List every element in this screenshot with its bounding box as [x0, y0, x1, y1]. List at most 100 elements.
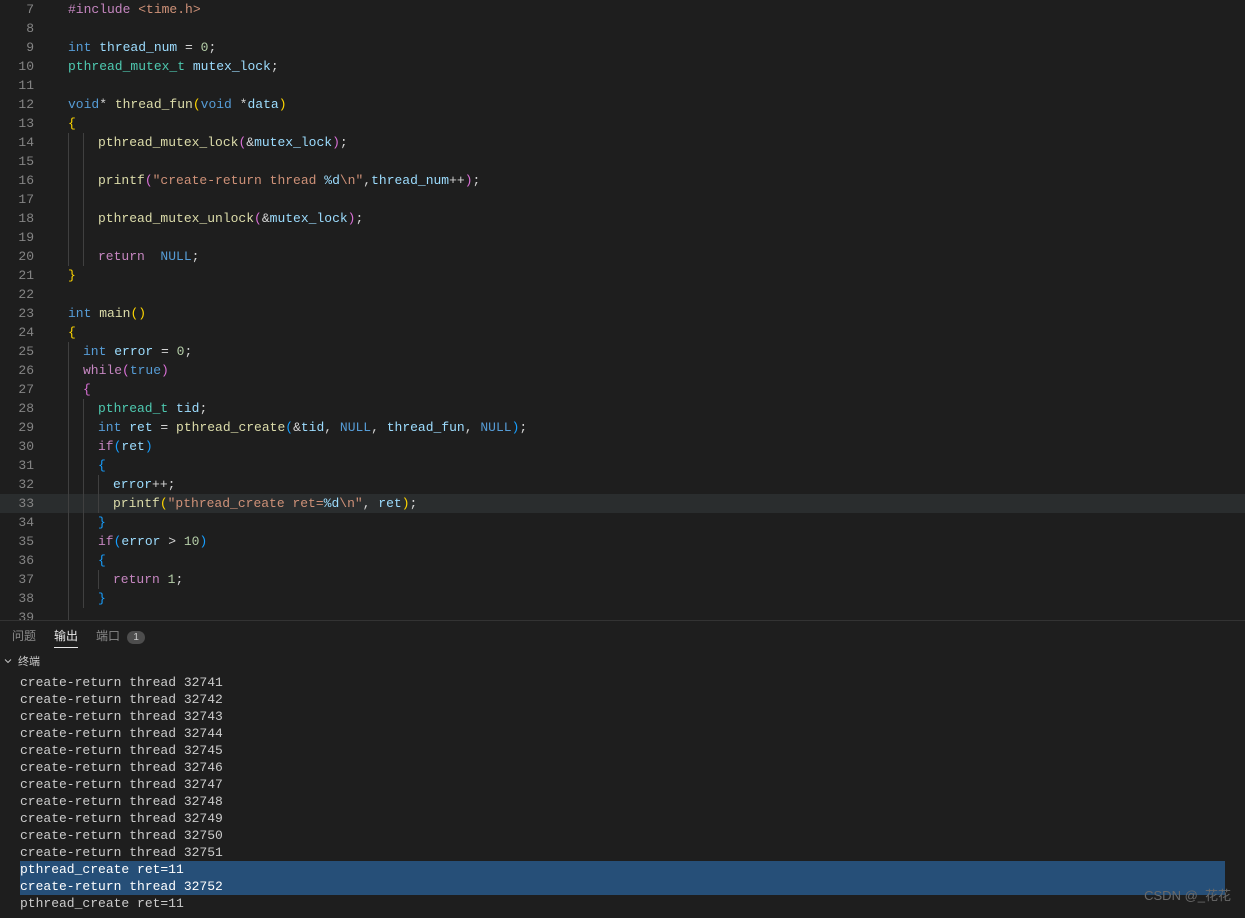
terminal-section-header[interactable]: 终端 [0, 650, 1245, 672]
tab-output[interactable]: 输出 [54, 624, 78, 648]
line-number: 39 [0, 608, 50, 620]
code-line[interactable]: 33printf("pthread_create ret=%d\n", ret)… [0, 494, 1245, 513]
line-number: 38 [0, 589, 50, 608]
code-content: { [50, 114, 1245, 133]
code-content: while(true) [50, 361, 1245, 380]
code-content: printf("create-return thread %d\n",threa… [50, 171, 1245, 190]
code-line[interactable]: 17 [0, 190, 1245, 209]
chevron-down-icon [2, 655, 14, 667]
code-line[interactable]: 12void* thread_fun(void *data) [0, 95, 1245, 114]
line-number: 37 [0, 570, 50, 589]
terminal-line[interactable]: pthread_create ret=11 [20, 861, 1225, 878]
code-line[interactable]: 7#include <time.h> [0, 0, 1245, 19]
code-content: void* thread_fun(void *data) [50, 95, 1245, 114]
line-number: 18 [0, 209, 50, 228]
code-content: if(ret) [50, 437, 1245, 456]
terminal-line[interactable]: create-return thread 32750 [20, 827, 1225, 844]
tab-ports[interactable]: 端口 1 [96, 624, 145, 647]
line-number: 20 [0, 247, 50, 266]
code-line[interactable]: 11 [0, 76, 1245, 95]
line-number: 21 [0, 266, 50, 285]
code-content: } [50, 266, 1245, 285]
code-line[interactable]: 29int ret = pthread_create(&tid, NULL, t… [0, 418, 1245, 437]
terminal-line[interactable]: create-return thread 32748 [20, 793, 1225, 810]
terminal-line[interactable]: create-return thread 32742 [20, 691, 1225, 708]
code-content: return 1; [50, 570, 1245, 589]
code-line[interactable]: 34} [0, 513, 1245, 532]
line-number: 17 [0, 190, 50, 209]
line-number: 32 [0, 475, 50, 494]
code-line[interactable]: 18pthread_mutex_unlock(&mutex_lock); [0, 209, 1245, 228]
line-number: 10 [0, 57, 50, 76]
line-number: 8 [0, 19, 50, 38]
terminal-output[interactable]: create-return thread 32741create-return … [0, 672, 1245, 918]
line-number: 30 [0, 437, 50, 456]
code-editor[interactable]: 7#include <time.h>89int thread_num = 0;1… [0, 0, 1245, 620]
code-line[interactable]: 30if(ret) [0, 437, 1245, 456]
code-line[interactable]: 16printf("create-return thread %d\n",thr… [0, 171, 1245, 190]
line-number: 33 [0, 494, 50, 513]
line-number: 15 [0, 152, 50, 171]
tab-ports-label: 端口 [96, 629, 120, 643]
code-content: pthread_t tid; [50, 399, 1245, 418]
terminal-line[interactable]: create-return thread 32744 [20, 725, 1225, 742]
code-line[interactable]: 8 [0, 19, 1245, 38]
code-content [50, 608, 1245, 620]
line-number: 29 [0, 418, 50, 437]
terminal-line[interactable]: create-return thread 32741 [20, 674, 1225, 691]
terminal-line[interactable]: create-return thread 32751 [20, 844, 1225, 861]
code-content: { [50, 551, 1245, 570]
code-line[interactable]: 13{ [0, 114, 1245, 133]
code-line[interactable]: 23int main() [0, 304, 1245, 323]
line-number: 13 [0, 114, 50, 133]
code-line[interactable]: 27{ [0, 380, 1245, 399]
line-number: 22 [0, 285, 50, 304]
code-line[interactable]: 39 [0, 608, 1245, 620]
terminal-line[interactable]: create-return thread 32746 [20, 759, 1225, 776]
code-content: { [50, 323, 1245, 342]
terminal-line[interactable]: create-return thread 32747 [20, 776, 1225, 793]
code-line[interactable]: 37return 1; [0, 570, 1245, 589]
code-line[interactable]: 21} [0, 266, 1245, 285]
tab-problems[interactable]: 问题 [12, 624, 36, 647]
code-line[interactable]: 20return NULL; [0, 247, 1245, 266]
code-content: #include <time.h> [50, 0, 1245, 19]
code-line[interactable]: 9int thread_num = 0; [0, 38, 1245, 57]
code-content: int thread_num = 0; [50, 38, 1245, 57]
line-number: 11 [0, 76, 50, 95]
terminal-line[interactable]: create-return thread 32743 [20, 708, 1225, 725]
code-line[interactable]: 38} [0, 589, 1245, 608]
terminal-line[interactable]: create-return thread 32745 [20, 742, 1225, 759]
code-content: int error = 0; [50, 342, 1245, 361]
code-line[interactable]: 19 [0, 228, 1245, 247]
code-content: pthread_mutex_lock(&mutex_lock); [50, 133, 1245, 152]
code-line[interactable]: 28pthread_t tid; [0, 399, 1245, 418]
line-number: 12 [0, 95, 50, 114]
line-number: 23 [0, 304, 50, 323]
code-line[interactable]: 24{ [0, 323, 1245, 342]
code-line[interactable]: 35if(error > 10) [0, 532, 1245, 551]
code-content [50, 19, 1245, 38]
terminal-line[interactable]: pthread_create ret=11 [20, 895, 1225, 912]
code-line[interactable]: 22 [0, 285, 1245, 304]
code-line[interactable]: 26while(true) [0, 361, 1245, 380]
code-content [50, 285, 1245, 304]
code-line[interactable]: 10pthread_mutex_t mutex_lock; [0, 57, 1245, 76]
line-number: 24 [0, 323, 50, 342]
code-content: if(error > 10) [50, 532, 1245, 551]
code-content: int ret = pthread_create(&tid, NULL, thr… [50, 418, 1245, 437]
line-number: 25 [0, 342, 50, 361]
code-content: } [50, 513, 1245, 532]
code-content [50, 76, 1245, 95]
code-line[interactable]: 14pthread_mutex_lock(&mutex_lock); [0, 133, 1245, 152]
code-line[interactable]: 15 [0, 152, 1245, 171]
terminal-line[interactable]: create-return thread 32749 [20, 810, 1225, 827]
terminal-line[interactable]: create-return thread 32752 [20, 878, 1225, 895]
code-line[interactable]: 25int error = 0; [0, 342, 1245, 361]
code-line[interactable]: 31{ [0, 456, 1245, 475]
terminal-section-label: 终端 [18, 653, 40, 669]
code-content: int main() [50, 304, 1245, 323]
code-line[interactable]: 36{ [0, 551, 1245, 570]
code-line[interactable]: 32error++; [0, 475, 1245, 494]
line-number: 26 [0, 361, 50, 380]
